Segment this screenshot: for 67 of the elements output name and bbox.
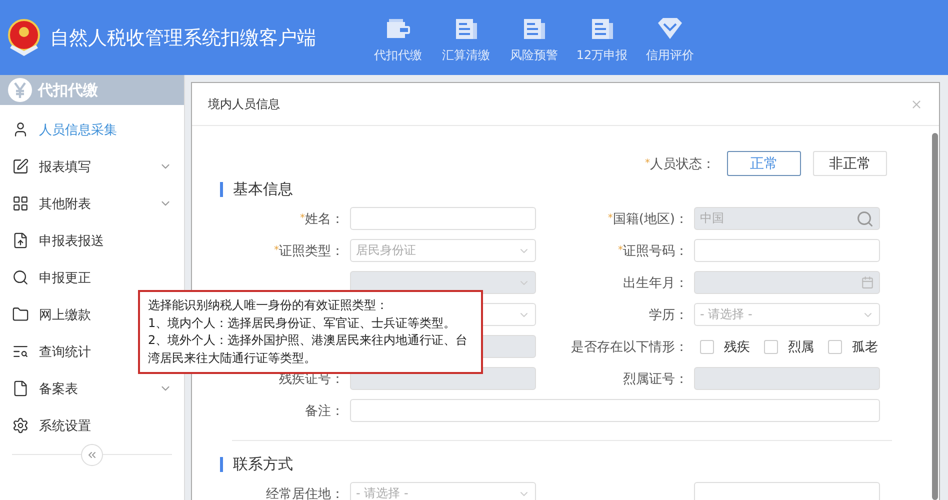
field-label: 人员状态： [650,156,715,172]
field-label: 国籍(地区)： [612,210,688,228]
yen-icon [8,78,32,102]
section-marker [220,457,223,472]
field-label: 备注： [305,402,344,420]
required-mark: * [300,213,305,224]
tooltip-text: 选择能识别纳税人唯一身份的有效证照类型： [148,297,389,314]
field-label: 出生年月： [623,274,688,292]
field-label: 证照号码： [623,242,688,260]
collapse-button[interactable] [81,444,103,466]
section-marker [220,182,223,197]
person-icon [12,121,29,138]
field-placeholder: - 请选择 - [356,485,408,500]
tooltip-text: 1、境内个人：选择居民身份证、军官证、士兵证等类型。 [148,314,457,332]
field-value: 中国 [700,210,724,227]
document-icon [12,380,29,397]
sidebar-item[interactable]: 报表填写 [0,148,184,185]
wallet-icon [385,17,411,41]
sidebar-title: 代扣代缴 [38,80,98,100]
field-label: 学历： [649,306,688,324]
document-icon [589,17,615,41]
field-placeholder: - 请选择 - [700,306,752,323]
checkbox-box[interactable] [764,340,778,354]
field-label: 证照类型： [279,242,344,260]
settings-icon [12,417,29,434]
field-label: 经常居住地： [266,486,344,500]
double-chevron-left-icon [86,449,98,461]
sidebar-item[interactable]: 其他附表 [0,185,184,222]
edit-icon [12,158,29,175]
close-icon[interactable] [910,98,923,110]
grid-icon [12,195,29,212]
folder-icon [12,306,29,323]
section-title: 联系方式 [233,455,293,474]
sidebar-item[interactable]: 申报更正 [0,259,184,296]
checkbox-box[interactable] [828,340,842,354]
input-field[interactable] [350,399,880,422]
list-search-icon [12,343,29,360]
document-icon [453,17,479,41]
search-icon [12,269,29,286]
checkbox[interactable]: 孤老 [828,338,878,356]
checkbox-box[interactable] [700,340,714,354]
checkbox[interactable]: 烈属 [764,338,814,356]
field-label: 是否存在以下情形： [571,338,688,356]
document-icon [521,17,547,41]
required-mark: * [645,158,650,169]
sidebar-item[interactable]: 系统设置 [0,407,184,444]
field-value: 居民身份证 [356,242,416,259]
required-mark: * [618,245,623,256]
input-field[interactable] [694,239,880,262]
input-field[interactable] [694,482,880,500]
section-title: 基本信息 [233,180,293,199]
scrollbar[interactable] [932,133,938,500]
required-mark: * [608,213,613,224]
field-label: 姓名： [305,210,344,228]
dialog-title: 境内人员信息 [208,96,280,112]
required-mark: * [274,245,279,256]
sidebar-item[interactable]: 备案表 [0,370,184,407]
tooltip-text: 2、境外个人：选择外国护照、港澳居民来往内地通行证、台湾居民来往大陆通行证等类型。 [148,332,469,366]
input-field[interactable] [350,207,536,230]
status-option[interactable]: 非正常 [813,151,887,176]
diamond-icon [657,17,683,41]
app-title: 自然人税收管理系统扣缴客户端 [50,26,317,50]
field-label: 烈属证号： [623,370,688,388]
document-upload-icon [12,232,29,249]
checkbox[interactable]: 残疾 [700,338,750,356]
sidebar-item[interactable]: 申报表报送 [0,222,184,259]
emblem-icon [6,18,42,58]
